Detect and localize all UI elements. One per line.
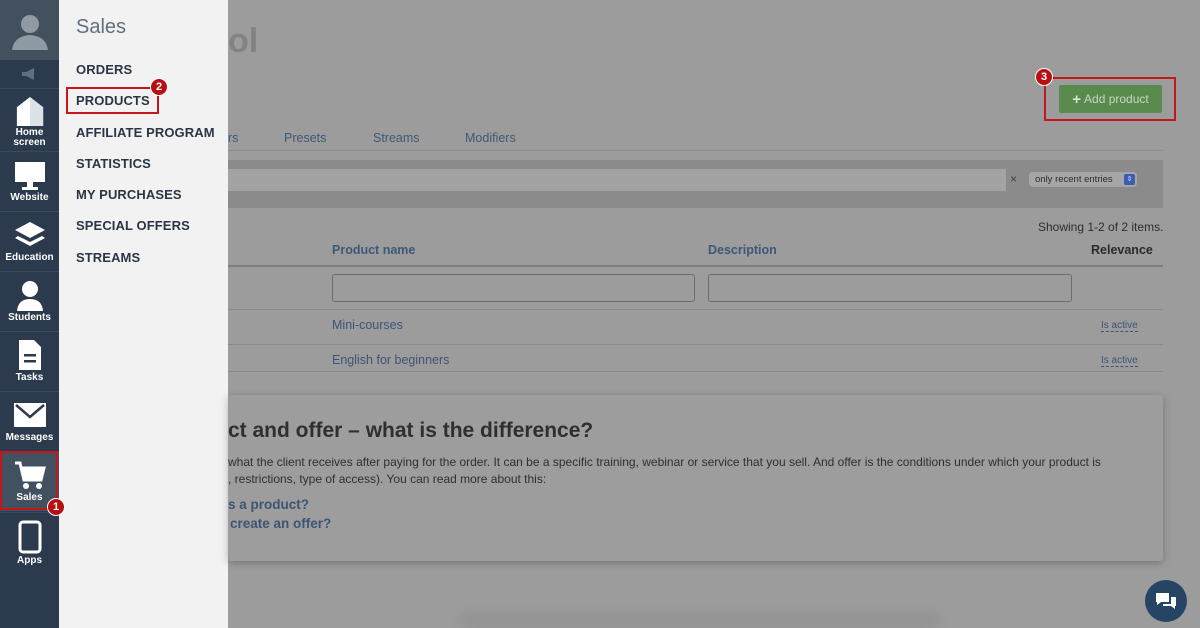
tab-modifiers[interactable]: Modifiers [465,131,516,145]
sidebar-item-label: Education [5,252,54,263]
recent-entries-select[interactable]: only recent entries ⇕ [1029,172,1137,187]
menu-item-my-purchases[interactable]: MY PURCHASES [76,187,182,202]
tab-presets[interactable]: Presets [284,131,326,145]
row-divider [228,344,1163,345]
person-icon [16,281,43,311]
sidebar-item-label: Website [10,192,49,203]
envelope-icon [13,403,46,427]
sidebar-item-label: Tasks [15,372,44,383]
phone-icon [18,520,41,554]
header-divider [228,265,1163,267]
sales-menu-panel: Sales ORDERS PRODUCTS AFFILIATE PROGRAM … [59,0,228,628]
select-chevron-icon: ⇕ [1124,174,1135,185]
sidebar-item-messages[interactable]: Messages [0,391,59,451]
info-card-text: , restrictions, type of access). You can… [228,472,547,486]
sidebar-item-label: Students [8,312,51,323]
chat-bubbles-icon [1156,593,1176,609]
page-title: ol [228,22,259,60]
items-count: Showing 1-2 of 2 items. [1038,220,1164,234]
menu-title: Sales [76,16,127,38]
sidebar-item-label: Apps [17,555,42,566]
sidebar-item-education[interactable]: Education [0,211,59,271]
menu-item-orders[interactable]: ORDERS [76,62,132,77]
tab-partial[interactable]: rs [228,131,238,145]
plus-icon: + [1072,90,1082,108]
select-value: only recent entries [1035,174,1113,185]
sidebar-item-label: Sales [16,492,43,503]
info-link-product[interactable]: s a product? [228,497,309,512]
menu-item-products[interactable]: PRODUCTS [76,93,150,108]
sidebar-item-apps[interactable]: Apps [0,512,59,572]
monitor-icon [14,162,45,190]
sidebar-item-website[interactable]: Website [0,151,59,211]
sidebar-item-label: Messages [5,432,54,443]
status-link[interactable]: Is active [1101,320,1138,332]
menu-item-statistics[interactable]: STATISTICS [76,156,151,171]
icon-sidebar: Home screen Website Education Students T… [0,0,59,628]
layers-icon [14,222,45,246]
sidebar-item-home-screen[interactable]: Home screen [0,88,59,148]
tabs-divider [228,150,1163,151]
description-filter-input[interactable] [708,274,1072,302]
menu-item-streams[interactable]: STREAMS [76,250,140,265]
bottom-shadow [460,612,940,628]
sidebar-item-label: Home screen [13,127,46,148]
add-product-label: Add product [1084,92,1149,106]
tab-streams[interactable]: Streams [373,131,420,145]
menu-item-affiliate-program[interactable]: AFFILIATE PROGRAM [76,125,215,140]
column-header-product-name[interactable]: Product name [332,243,415,257]
document-icon [18,340,41,370]
status-link[interactable]: Is active [1101,355,1138,367]
product-name-link[interactable]: English for beginners [332,353,449,367]
info-card-text: what the client receives after paying fo… [228,455,1101,469]
user-avatar-icon [11,15,48,50]
row-divider [228,309,1163,310]
sidebar-item-tasks[interactable]: Tasks [0,331,59,391]
step-marker-2: 2 [150,78,168,96]
product-name-filter-input[interactable] [332,274,695,302]
menu-item-special-offers[interactable]: SPECIAL OFFERS [76,218,190,233]
column-header-relevance: Relevance [1091,243,1153,257]
megaphone-icon[interactable] [0,60,59,88]
info-card-title: ct and offer – what is the difference? [228,419,594,442]
shopping-cart-icon [14,461,46,489]
clear-filter-icon[interactable]: × [1010,172,1017,186]
info-link-offer[interactable]: create an offer? [230,516,331,531]
home-icon [16,96,43,126]
sidebar-item-students[interactable]: Students [0,271,59,331]
avatar[interactable] [0,0,59,60]
step-marker-1: 1 [47,498,65,516]
row-divider [228,371,1163,372]
column-header-description[interactable]: Description [708,243,777,257]
step-marker-3: 3 [1035,68,1053,86]
search-input[interactable] [228,169,1006,191]
add-product-button[interactable]: + Add product [1059,85,1162,113]
chat-button[interactable] [1145,580,1187,622]
product-name-link[interactable]: Mini-courses [332,318,403,332]
